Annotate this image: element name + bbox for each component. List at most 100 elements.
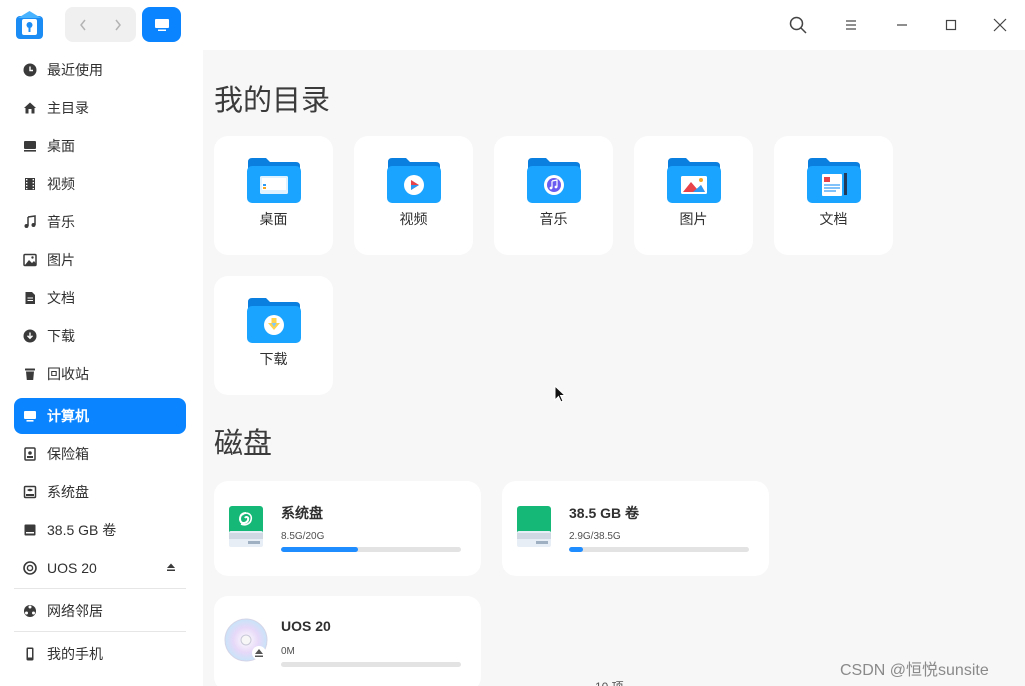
dir-tile-label: 桌面: [259, 211, 288, 227]
desktop-folder-icon: [246, 158, 301, 203]
sidebar-item-label: 音乐: [47, 214, 75, 230]
sidebar-item-downloads[interactable]: 下载: [14, 318, 186, 354]
sidebar-item-label: 系统盘: [47, 484, 89, 500]
sidebar-item-recent[interactable]: 最近使用: [14, 52, 186, 88]
system-disk-icon: [229, 506, 263, 547]
desktop-icon: [22, 138, 38, 154]
sidebar-item-music[interactable]: 音乐: [14, 204, 186, 240]
sidebar-item-label: 保险箱: [47, 446, 89, 462]
volume-disk-icon: [517, 506, 551, 547]
music-icon: [22, 214, 38, 230]
disk-name: UOS 20: [281, 618, 331, 634]
disk-usage-bar: [569, 547, 749, 552]
sidebar-item-label: 回收站: [47, 366, 89, 382]
phone-icon: [22, 646, 38, 662]
disk-usage: 8.5G/20G: [281, 531, 325, 542]
clock-icon: [22, 62, 38, 78]
computer-icon: [22, 408, 38, 424]
sidebar-item-videos[interactable]: 视频: [14, 166, 186, 202]
sidebar-item-computer[interactable]: 计算机: [14, 398, 186, 434]
sidebar-item-label: 桌面: [47, 138, 75, 154]
sidebar-item-vault[interactable]: 保险箱: [14, 436, 186, 472]
sidebar-item-trash[interactable]: 回收站: [14, 356, 186, 392]
dir-tile-desktop[interactable]: 桌面: [214, 136, 333, 255]
forward-button[interactable]: [101, 7, 137, 42]
dir-tile-music[interactable]: 音乐: [494, 136, 613, 255]
picture-folder-icon: [666, 158, 721, 203]
sidebar-item-documents[interactable]: 文档: [14, 280, 186, 316]
film-icon: [22, 176, 38, 192]
sidebar-item-label: 文档: [47, 290, 75, 306]
disk-usage-fill: [569, 547, 583, 552]
home-icon: [22, 100, 38, 116]
sidebar-item-home[interactable]: 主目录: [14, 90, 186, 126]
watermark-text: CSDN @恒悦sunsite: [840, 662, 989, 679]
computer-view-button[interactable]: [142, 7, 181, 42]
document-folder-icon: [806, 158, 861, 203]
minimize-button[interactable]: [887, 10, 917, 40]
disk-name: 系统盘: [281, 505, 323, 521]
menu-icon: [846, 20, 856, 30]
disk-usage-bar: [281, 547, 461, 552]
dir-tile-label: 视频: [399, 211, 428, 227]
close-icon: [993, 18, 1007, 32]
maximize-button[interactable]: [936, 10, 966, 40]
sidebar-item-uos20[interactable]: UOS 20: [14, 550, 186, 586]
cd-icon: [22, 560, 38, 576]
trash-icon: [22, 366, 38, 382]
dir-tile-label: 图片: [679, 211, 708, 227]
title-bar: [0, 0, 1025, 50]
disk-usage: 0M: [281, 646, 295, 657]
sidebar-item-label: 图片: [47, 252, 75, 268]
disk-card-uos20[interactable]: UOS 20 0M: [214, 596, 481, 686]
disk-card-volume[interactable]: 38.5 GB 卷 2.9G/38.5G: [502, 481, 769, 576]
sidebar-item-label: 网络邻居: [47, 603, 103, 619]
sidebar-item-label: 计算机: [47, 408, 89, 424]
sidebar-item-label: 最近使用: [47, 62, 103, 78]
sidebar-item-phone[interactable]: 我的手机: [14, 636, 186, 672]
search-button[interactable]: [783, 10, 813, 40]
chevron-left-icon: [79, 19, 86, 30]
sidebar-item-label: 38.5 GB 卷: [47, 522, 117, 538]
download-icon: [22, 328, 38, 344]
disk-usage-fill: [281, 547, 358, 552]
sidebar-item-label: 我的手机: [47, 646, 103, 662]
back-button[interactable]: [65, 7, 101, 42]
close-button[interactable]: [985, 10, 1015, 40]
sidebar-item-desktop[interactable]: 桌面: [14, 128, 186, 164]
sidebar-item-label: 视频: [47, 176, 75, 192]
minimize-icon: [897, 24, 907, 26]
image-icon: [22, 252, 38, 268]
chevron-right-icon: [115, 19, 122, 30]
menu-button[interactable]: [836, 10, 866, 40]
cd-disc-icon: [224, 618, 268, 662]
computer-icon: [154, 18, 169, 31]
sidebar-item-system-disk[interactable]: 系统盘: [14, 474, 186, 510]
document-icon: [22, 290, 38, 306]
disks-title: 磁盘: [214, 428, 273, 460]
my-directories-title: 我的目录: [214, 85, 331, 117]
sidebar-item-volume[interactable]: 38.5 GB 卷: [14, 512, 186, 548]
network-icon: [22, 603, 38, 619]
dir-tile-documents[interactable]: 文档: [774, 136, 893, 255]
disk-usage: 2.9G/38.5G: [569, 531, 621, 542]
eject-icon[interactable]: [166, 562, 176, 572]
disk-card-system[interactable]: 系统盘 8.5G/20G: [214, 481, 481, 576]
mouse-cursor-icon: [554, 385, 567, 403]
video-folder-icon: [386, 158, 441, 203]
sidebar-item-label: UOS 20: [47, 560, 97, 576]
main-content: 我的目录 桌面 视频 音乐 图片 文档 下载 磁盘 系统盘 8.5G/20G 3…: [203, 50, 1025, 686]
dir-tile-pictures[interactable]: 图片: [634, 136, 753, 255]
sidebar-item-label: 主目录: [47, 100, 89, 116]
dir-tile-downloads[interactable]: 下载: [214, 276, 333, 395]
maximize-icon: [945, 19, 957, 31]
sidebar-item-pictures[interactable]: 图片: [14, 242, 186, 278]
sidebar-item-network[interactable]: 网络邻居: [14, 593, 186, 629]
dir-tile-label: 文档: [819, 211, 848, 227]
file-manager-logo-icon: [16, 11, 43, 39]
download-folder-icon: [246, 298, 301, 343]
disk-name: 38.5 GB 卷: [569, 505, 640, 521]
dir-tile-videos[interactable]: 视频: [354, 136, 473, 255]
music-folder-icon: [526, 158, 581, 203]
sidebar: 最近使用 主目录 桌面 视频 音乐 图片 文档 下载 回收站 计算机 保险箱 系…: [0, 50, 203, 686]
